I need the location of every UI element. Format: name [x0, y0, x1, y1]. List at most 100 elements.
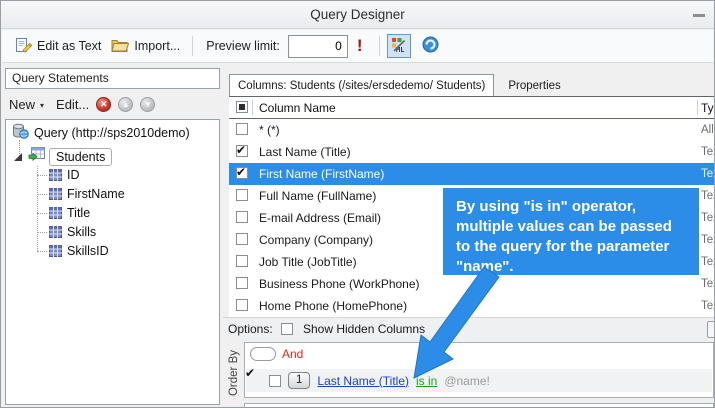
column-icon [49, 169, 62, 184]
move-down-icon[interactable]: ▼ [140, 97, 155, 112]
header-checkbox[interactable] [236, 101, 248, 113]
column-name-cell: Home Phone (HomePhone) [259, 295, 407, 317]
tab-columns[interactable]: Columns: Students (/sites/ersdedemo/ Stu… [229, 74, 494, 97]
options-label: Options: [228, 318, 273, 341]
tree-item-skillsid[interactable]: SkillsID [6, 242, 219, 261]
clipped-button[interactable] [707, 321, 715, 338]
tab-properties[interactable]: Properties [494, 75, 574, 97]
column-icon [49, 188, 62, 203]
row-checkbox[interactable] [236, 233, 248, 245]
group-operator-label[interactable]: And [282, 347, 303, 361]
options-row: Options: Show Hidden Columns [223, 317, 715, 340]
edit-as-text-label: Edit as Text [37, 39, 101, 53]
callout-line: By using "is in" operator, [456, 197, 693, 217]
tree-item-title[interactable]: Title [6, 204, 219, 223]
column-type-cell: Tex [701, 251, 715, 273]
edit-xml-toggle-button[interactable]: ML [387, 34, 411, 58]
titlebar: Query Designer [1, 1, 714, 29]
tree-connector [37, 194, 47, 195]
show-hidden-label: Show Hidden Columns [303, 318, 425, 341]
execute-exclamation-icon[interactable]: ! [357, 36, 363, 56]
tree-connector [37, 213, 47, 214]
column-type-cell: Tex [701, 295, 715, 317]
callout-line: multiple values can be passed [456, 217, 693, 237]
column-name-cell: Business Phone (WorkPhone) [259, 273, 420, 295]
column-name-cell: * (*) [259, 119, 280, 141]
tree-students-label[interactable]: Students [49, 148, 112, 166]
row-checkbox[interactable] [236, 277, 248, 289]
delete-statement-icon[interactable]: ✕ [96, 97, 111, 112]
row-checkbox[interactable] [236, 145, 248, 157]
tree-root-label: Query (http://sps2010demo) [34, 126, 190, 140]
table-row[interactable]: Home Phone (HomePhone) Tex [229, 295, 715, 317]
tree-item-firstname[interactable]: FirstName [6, 185, 219, 204]
table-row[interactable]: Last Name (Title) Tex [229, 141, 715, 163]
condition-operator-link[interactable]: is in [416, 374, 437, 388]
tree-connector [37, 251, 47, 252]
filter-condition-row: 1 Last Name (Title) is in @name! [246, 369, 712, 392]
move-up-icon[interactable]: ▲ [118, 97, 133, 112]
table-row[interactable]: * (*) AllV [229, 119, 715, 141]
condition-field-link[interactable]: Last Name (Title) [317, 374, 409, 388]
xml-edit-icon: ML [391, 37, 407, 56]
tree-expander-icon[interactable] [14, 153, 22, 161]
condition-parameter-value[interactable]: @name! [444, 374, 490, 388]
tree-connector [37, 232, 47, 233]
help-icon [422, 36, 439, 56]
database-icon [12, 123, 29, 142]
tree-item-id[interactable]: ID [6, 166, 219, 185]
import-folder-icon [111, 38, 129, 55]
new-dropdown-caret-icon[interactable]: ▾ [40, 101, 44, 110]
help-button[interactable] [422, 36, 439, 56]
condition-index-badge[interactable]: 1 [288, 372, 310, 389]
callout-line: "name". [456, 257, 693, 277]
tree-item-label: ID [67, 168, 80, 182]
edit-button[interactable]: Edit... [56, 97, 89, 112]
column-name-cell: Job Title (JobTitle) [259, 251, 357, 273]
import-label: Import... [134, 39, 180, 53]
table-row[interactable]: First Name (FirstName) Tex [229, 163, 715, 185]
order-by-section-label: Order By [228, 342, 242, 404]
columns-grid-header: Column Name Ty [229, 97, 715, 119]
row-checkbox[interactable] [236, 167, 248, 179]
column-name-cell: First Name (FirstName) [259, 163, 384, 185]
toolbar-separator [192, 36, 193, 56]
column-type-cell: Tex [701, 273, 715, 295]
column-icon [49, 245, 62, 260]
tree-item-label: SkillsID [67, 244, 109, 258]
minimize-button[interactable] [693, 14, 705, 17]
column-type-cell: Tex [701, 163, 715, 185]
group-operator-button[interactable] [250, 347, 276, 361]
row-checkbox[interactable] [236, 123, 248, 135]
column-name-cell: Full Name (FullName) [259, 185, 376, 207]
tree-item-query-root[interactable]: Query (http://sps2010demo) [12, 123, 190, 142]
tree-item-label: FirstName [67, 187, 125, 201]
tree-item-skills[interactable]: Skills [6, 223, 219, 242]
column-type-cell: Tex [701, 141, 715, 163]
toolbar-separator [379, 36, 380, 56]
import-button[interactable]: Import... [106, 35, 185, 58]
query-tree: Query (http://sps2010demo) Students ID Fi… [5, 119, 220, 405]
preview-limit-input[interactable] [288, 35, 348, 58]
row-checkbox[interactable] [236, 299, 248, 311]
edit-as-text-icon [15, 37, 32, 56]
row-checkbox[interactable] [236, 255, 248, 267]
orderby-row-checkbox[interactable] [269, 375, 281, 387]
column-name-cell: Last Name (Title) [259, 141, 351, 163]
edit-as-text-button[interactable]: Edit as Text [10, 34, 106, 59]
tree-item-students[interactable]: Students [14, 147, 112, 166]
table-icon [28, 147, 46, 166]
row-checkbox[interactable] [236, 211, 248, 223]
column-type-cell: Tex [701, 185, 715, 207]
new-button[interactable]: New [9, 97, 35, 112]
tree-item-label: Skills [67, 225, 96, 239]
annotation-callout: By using "is in" operator,multiple value… [443, 188, 699, 275]
window-title: Query Designer [1, 1, 714, 29]
row-checkbox[interactable] [236, 189, 248, 201]
column-separator [252, 100, 253, 115]
column-type-cell: AllV [701, 119, 715, 141]
query-designer-window: Query Designer Edit as Text Import... Pr… [0, 0, 715, 408]
show-hidden-checkbox[interactable] [281, 323, 293, 335]
column-icon [49, 207, 62, 222]
column-type-cell: Tex [701, 207, 715, 229]
